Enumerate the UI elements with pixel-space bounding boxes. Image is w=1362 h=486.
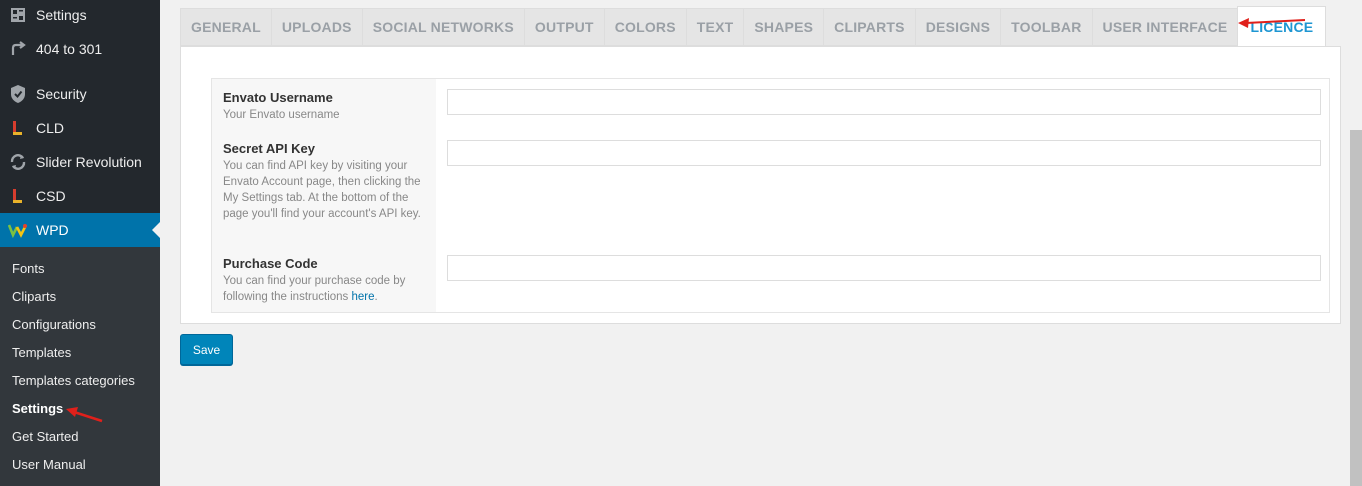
sidebar-item-slider-revolution[interactable]: Slider Revolution [0,145,160,179]
instructions-link[interactable]: here [351,291,374,303]
tab-cliparts[interactable]: CLIPARTS [823,8,915,46]
sidebar-item-label: CSD [36,188,66,204]
submenu-item-templates-categories[interactable]: Templates categories [12,373,135,388]
plugin-logo-icon [8,186,28,206]
envato-username-desc: Your Envato username [223,109,340,121]
tab-social-networks[interactable]: SOCIAL NETWORKS [361,8,524,46]
sidebar-item-cld[interactable]: CLD [0,111,160,145]
scrollbar[interactable] [1350,130,1362,486]
purchase-code-desc-text: You can find your purchase code by follo… [223,275,406,303]
wpd-submenu: Fonts Cliparts Configurations Templates … [0,247,160,486]
sidebar-item-label: Security [36,86,87,102]
tab-toolbar[interactable]: TOOLBAR [1000,8,1092,46]
label-column: Envato Username Your Envato username Sec… [212,79,436,312]
submenu-item-get-started[interactable]: Get Started [12,429,78,444]
licence-form-table: Envato Username Your Envato username Sec… [211,78,1330,313]
purchase-code-label: Purchase Code [223,256,318,271]
envato-username-label: Envato Username [223,90,333,105]
sidebar-item-label: CLD [36,120,65,136]
sidebar-item-404-to-301[interactable]: 404 to 301 [0,32,160,66]
secret-api-key-label: Secret API Key [223,141,316,156]
tab-output[interactable]: OUTPUT [523,8,604,46]
tab-designs[interactable]: DESIGNS [914,8,1001,46]
submenu-item-templates[interactable]: Templates [12,345,71,360]
settings-grid-icon [8,5,28,25]
licence-panel: Envato Username Your Envato username Sec… [180,46,1341,324]
sidebar-item-wpd[interactable]: WPD [0,213,160,247]
sidebar-item-label: Slider Revolution [36,154,142,170]
submenu-item-user-manual[interactable]: User Manual [12,457,86,472]
secret-api-key-desc: You can find API key by visiting your En… [223,160,421,220]
sidebar-item-label: Settings [36,7,87,23]
settings-tabs: GENERAL UPLOADS SOCIAL NETWORKS OUTPUT C… [180,6,1327,46]
wpd-logo-icon [8,220,28,240]
sidebar-item-label: 404 to 301 [36,41,103,57]
submenu-item-fonts[interactable]: Fonts [12,261,45,276]
redirect-arrow-icon [8,39,28,59]
sidebar-item-label: WPD [36,222,69,238]
refresh-icon [8,152,28,172]
sidebar-item-security[interactable]: Security [0,77,160,111]
purchase-code-field[interactable] [447,255,1321,281]
admin-sidebar: Settings 404 to 301 Security CLD Slider … [0,0,160,486]
shield-icon [8,84,28,104]
purchase-code-desc-end: . [374,291,378,303]
save-button[interactable]: Save [180,334,233,365]
plugin-logo-icon [8,118,28,138]
tab-colors[interactable]: COLORS [603,8,686,46]
submenu-item-settings[interactable]: Settings [12,401,63,416]
sidebar-item-settings[interactable]: Settings [0,0,160,32]
tab-user-interface[interactable]: USER INTERFACE [1091,8,1238,46]
submenu-item-cliparts[interactable]: Cliparts [12,289,56,304]
envato-username-field[interactable] [447,89,1321,115]
secret-api-key-field[interactable] [447,140,1321,166]
tab-licence[interactable]: LICENCE [1237,6,1327,46]
sidebar-item-csd[interactable]: CSD [0,179,160,213]
tab-text[interactable]: TEXT [685,8,744,46]
tab-general[interactable]: GENERAL [180,8,271,46]
submenu-item-configurations[interactable]: Configurations [12,317,96,332]
tab-uploads[interactable]: UPLOADS [270,8,362,46]
tab-shapes[interactable]: SHAPES [743,8,824,46]
purchase-code-desc: You can find your purchase code by follo… [223,273,428,305]
